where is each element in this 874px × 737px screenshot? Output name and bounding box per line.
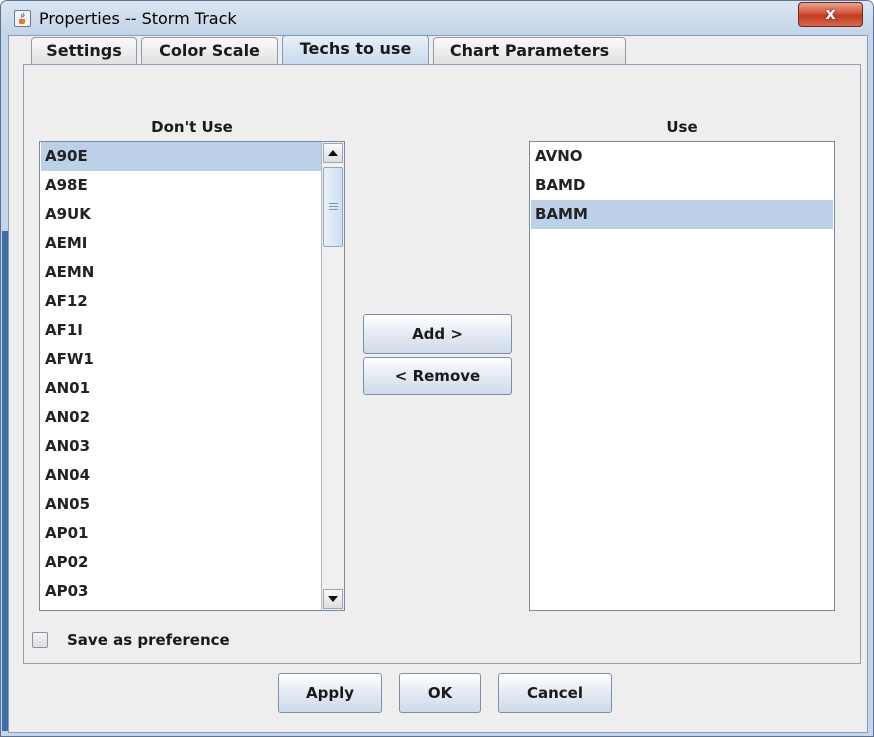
dont-use-list-item[interactable]: AN04 (41, 461, 322, 490)
tab-color-scale[interactable]: Color Scale (141, 37, 278, 65)
dont-use-list-item[interactable]: AN03 (41, 432, 322, 461)
grip-line (329, 206, 338, 207)
remove-button-label: < Remove (394, 367, 481, 385)
use-rows: AVNO BAMD BAMM (531, 142, 833, 229)
use-list-item[interactable]: BAMD (531, 171, 833, 200)
dont-use-list-item[interactable]: AP03 (41, 577, 322, 606)
dont-use-list-item[interactable]: A90E (41, 142, 322, 171)
add-button[interactable]: Add > (363, 314, 512, 354)
ok-button[interactable]: OK (399, 673, 481, 713)
grip-line (329, 209, 338, 210)
use-list-item[interactable]: AVNO (531, 142, 833, 171)
properties-window: Properties -- Storm Track x Settings Col… (0, 0, 874, 737)
close-icon: x (825, 4, 836, 23)
arrow-up-icon (328, 150, 338, 156)
title-bar[interactable]: Properties -- Storm Track x (1, 1, 873, 35)
dont-use-list-item[interactable]: AP02 (41, 548, 322, 577)
scroll-down-button[interactable] (323, 589, 343, 609)
window-title: Properties -- Storm Track (39, 9, 237, 28)
dont-use-rows: A90E A98E A9UK AEMI AEMN AF12 AF1I AFW1 AN01 AN02… (41, 142, 322, 606)
dont-use-list-item[interactable]: AP01 (41, 519, 322, 548)
ok-button-label: OK (427, 684, 453, 702)
tab-chart-parameters-label: Chart Parameters (449, 41, 610, 60)
cancel-button[interactable]: Cancel (498, 673, 612, 713)
dont-use-list-item[interactable]: AN05 (41, 490, 322, 519)
dont-use-list-item[interactable]: AF1I (41, 316, 322, 345)
tab-techs-to-use-label: Techs to use (299, 39, 412, 58)
tab-color-scale-label: Color Scale (159, 41, 260, 60)
use-list-item[interactable]: BAMM (531, 200, 833, 229)
use-list[interactable]: AVNO BAMD BAMM (529, 141, 835, 611)
save-preference-checkbox[interactable] (32, 632, 48, 648)
dont-use-header: Don't Use (151, 118, 233, 136)
scroll-up-button[interactable] (323, 143, 343, 163)
grip-line (329, 203, 338, 204)
cancel-button-label: Cancel (526, 684, 583, 702)
dont-use-list-item[interactable]: AF12 (41, 287, 322, 316)
tab-settings-label: Settings (46, 41, 122, 60)
dont-use-list-item[interactable]: A98E (41, 171, 322, 200)
dont-use-list-item[interactable]: AN02 (41, 403, 322, 432)
dont-use-list-item[interactable]: AEMI (41, 229, 322, 258)
close-button[interactable]: x (798, 2, 863, 27)
use-header: Use (666, 118, 698, 136)
tab-techs-to-use[interactable]: Techs to use (282, 35, 429, 65)
add-button-label: Add > (412, 325, 463, 343)
tab-chart-parameters[interactable]: Chart Parameters (433, 37, 626, 65)
apply-button-label: Apply (305, 684, 354, 702)
dont-use-list-item[interactable]: AN01 (41, 374, 322, 403)
arrow-down-icon (328, 596, 338, 602)
dont-use-list[interactable]: A90E A98E A9UK AEMI AEMN AF12 AF1I AFW1 AN01 AN02… (39, 141, 345, 611)
dont-use-list-item[interactable]: A9UK (41, 200, 322, 229)
remove-button[interactable]: < Remove (363, 357, 512, 395)
tab-settings[interactable]: Settings (31, 37, 137, 65)
apply-button[interactable]: Apply (278, 673, 382, 713)
scroll-thumb[interactable] (323, 167, 343, 247)
save-preference-label: Save as preference (67, 631, 230, 649)
dont-use-list-item[interactable]: AFW1 (41, 345, 322, 374)
dont-use-list-item[interactable]: AEMN (41, 258, 322, 287)
java-cup-icon (14, 10, 31, 27)
dont-use-scrollbar[interactable] (321, 142, 344, 610)
